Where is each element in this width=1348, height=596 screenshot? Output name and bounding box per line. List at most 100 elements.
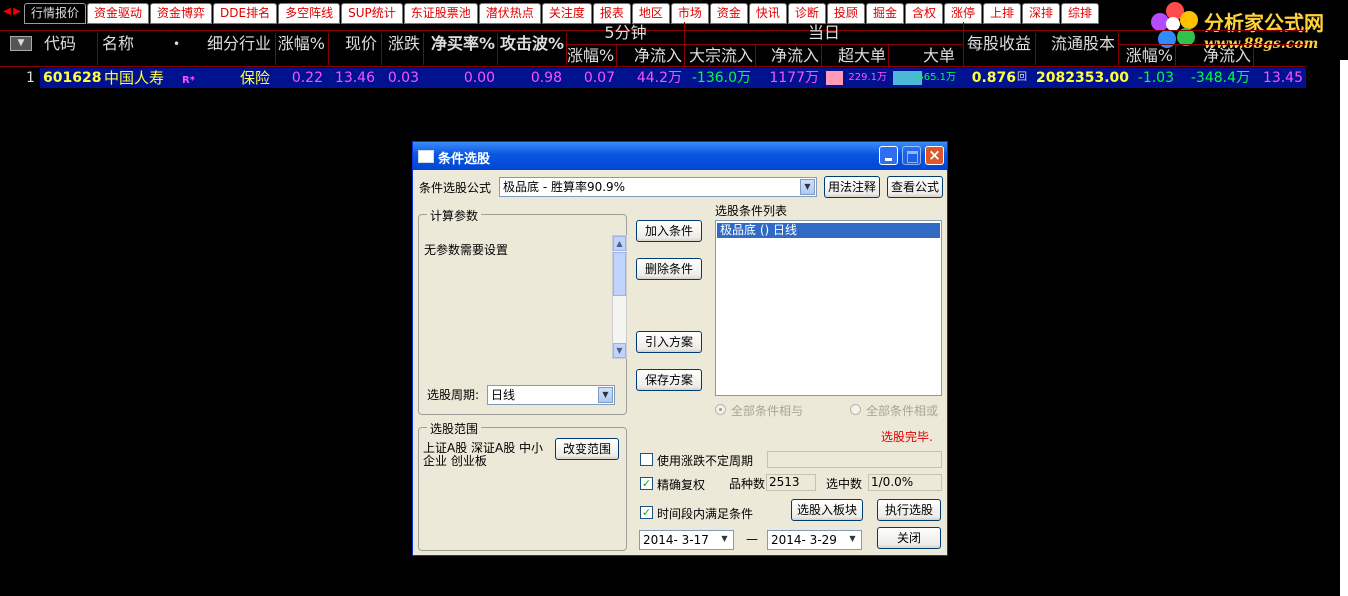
import-scheme-button[interactable]: 引入方案 [636,331,702,353]
tab-15[interactable]: 投顾 [826,3,865,24]
col-net-buy-rate[interactable]: 净买率% [424,33,498,65]
radio-or[interactable] [850,404,861,415]
col-attack-wave[interactable]: 攻击波% [498,33,567,65]
col-ext-change[interactable]: 涨幅% [1119,45,1176,66]
irregular-period-checkbox[interactable] [640,453,653,466]
col-super-large[interactable]: 超大单 [822,45,889,66]
radio-and[interactable] [715,404,726,415]
row-large: -565.1万 [913,72,956,83]
eps-detail-icon[interactable]: 回 [1017,68,1027,88]
tab-12[interactable]: 资金 [709,3,748,24]
usage-notes-button[interactable]: 用法注释 [824,176,880,198]
col-ext-inflow[interactable]: 净流入 [1176,45,1254,66]
list-item[interactable]: 极品底 () 日线 [717,223,940,238]
condition-select-dialog: 条件选股 × 条件选股公式 极品底 - 胜算率90.9% ▼ 用法注释 查看公式… [412,141,948,556]
row-super-large: 229.1万 [848,72,887,83]
scroll-up-icon[interactable]: ▲ [613,236,626,251]
col-float-shares[interactable]: 流通股本 [1036,33,1119,65]
col-large[interactable]: 大单 [889,45,964,66]
tab-10[interactable]: 地区 [631,3,670,24]
change-range-button[interactable]: 改变范围 [555,438,619,460]
tab-16[interactable]: 掘金 [865,3,904,24]
chevron-down-icon[interactable]: ▼ [800,179,815,195]
col-block-inflow[interactable]: 大宗流入 [685,45,756,66]
col-change-pct[interactable]: 涨幅% [276,33,329,65]
chevron-down-icon[interactable]: ▼ [598,387,613,403]
exact-adjust-checkbox[interactable]: ✓ [640,477,653,490]
period-select[interactable]: 日线 ▼ [487,385,615,405]
selected-label: 选中数 [826,477,863,491]
params-group-title: 计算参数 [427,207,482,224]
dropdown-icon: ▼ [17,38,25,48]
timerange-checkbox[interactable]: ✓ [640,506,653,519]
end-date-picker[interactable]: 2014- 3-29 ▼ [767,530,862,550]
row-float-shares: 2082353.00 [1036,70,1129,86]
chevron-down-icon[interactable]: ▼ [845,532,860,548]
chevron-down-icon[interactable]: ▼ [717,532,732,548]
tabs: 行情报价 资金驱动 资金博弈 DDE排名 多空阵线 SUP统计 东证股票池 潜伏热点 关注度 报表… [24,3,1100,24]
close-icon[interactable]: × [925,146,944,165]
tab-14[interactable]: 诊断 [787,3,826,24]
col-group-day: 当日 [685,22,964,44]
to-block-button[interactable]: 选股入板块 [791,499,863,521]
tab-19[interactable]: 上排 [982,3,1021,24]
scroll-thumb[interactable] [613,252,626,296]
super-large-bar [826,71,843,85]
count-label: 品种数 [729,477,766,491]
period-label: 选股周期: [427,388,480,402]
status-text: 选股完毕. [881,430,933,444]
row-five-min-change: 0.07 [583,70,615,86]
params-scrollbar[interactable]: ▲ ▼ [612,235,627,359]
tab-0[interactable]: 行情报价 [24,3,87,24]
condition-list[interactable]: 极品底 () 日线 [715,220,942,396]
col-five-min-inflow[interactable]: 净流入 [617,45,685,66]
tab-2[interactable]: 资金博弈 [150,3,213,24]
execute-button[interactable]: 执行选股 [877,499,941,521]
tab-11[interactable]: 市场 [670,3,709,24]
view-formula-button[interactable]: 查看公式 [887,176,943,198]
start-date-value: 2014- 3-17 [643,533,709,547]
scroll-down-icon[interactable]: ▼ [613,343,626,358]
col-change[interactable]: 涨跌 [382,33,424,65]
tab-scroll-right-icon[interactable]: ▶ [12,4,22,20]
minimize-icon[interactable] [879,146,898,165]
formula-select[interactable]: 极品底 - 胜算率90.9% ▼ [499,177,817,197]
row-ext-change: -1.03 [1137,70,1174,86]
tab-7[interactable]: 潜伏热点 [478,3,541,24]
tab-20[interactable]: 深排 [1022,3,1061,24]
dialog-titlebar[interactable]: 条件选股 × [413,142,947,170]
range-group: 选股范围 上证A股 深证A股 中小企业 创业板 改变范围 [418,420,627,551]
tab-21[interactable]: 综排 [1061,3,1100,24]
close-button[interactable]: 关闭 [877,527,941,549]
tab-18[interactable]: 涨停 [943,3,982,24]
col-name[interactable]: 名称 [98,33,182,65]
col-five-min-change[interactable]: 涨幅% [567,45,617,66]
tab-4[interactable]: 多空阵线 [278,3,341,24]
tab-17[interactable]: 含权 [904,3,943,24]
col-industry[interactable]: 细分行业 [182,33,276,65]
tab-13[interactable]: 快讯 [748,3,787,24]
tab-9[interactable]: 报表 [592,3,631,24]
row-block-inflow: -136.0万 [691,70,751,86]
add-condition-button[interactable]: 加入条件 [636,220,702,242]
logo-name: 分析家公式网 [1204,11,1324,35]
column-menu-button[interactable]: ▼ [10,36,32,51]
col-code[interactable]: 代码 [40,33,98,65]
delete-condition-button[interactable]: 删除条件 [636,258,702,280]
row-net-buy-rate: 0.00 [463,70,495,86]
header-bottom-line [0,66,1306,67]
col-price[interactable]: 现价 [329,33,382,65]
save-scheme-button[interactable]: 保存方案 [636,369,702,391]
tab-5[interactable]: SUP统计 [341,3,403,24]
col-eps[interactable]: 每股收益 [964,33,1036,65]
col-day-inflow[interactable]: 净流入 [756,45,822,66]
tab-1[interactable]: 资金驱动 [87,3,150,24]
row-industry: 保险 [239,69,270,87]
tab-6[interactable]: 东证股票池 [403,3,478,24]
table-row[interactable]: 1 601628 中国人寿 R* 保险 0.22 13.46 0.03 0.00… [0,68,1306,88]
row-price: 13.46 [334,70,375,86]
tab-8[interactable]: 关注度 [541,3,592,24]
start-date-picker[interactable]: 2014- 3-17 ▼ [639,530,734,550]
tab-3[interactable]: DDE排名 [213,3,278,24]
tab-scroll-left-icon[interactable]: ◀ [2,4,12,20]
